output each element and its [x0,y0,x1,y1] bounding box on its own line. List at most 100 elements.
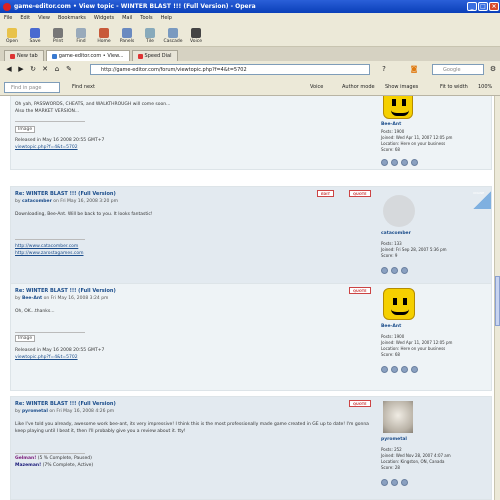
window-title: game-editor.com • View topic - WINTER BL… [14,3,256,10]
opera-icon [3,2,11,11]
voice-toggle[interactable]: Voice [310,83,323,92]
stop-icon[interactable]: ✕ [39,64,51,75]
image-placeholder: Image [15,335,36,342]
username[interactable]: Bee-Ant [381,122,401,127]
maximize-button[interactable]: □ [478,2,488,11]
help-icon[interactable]: ? [378,64,390,75]
gtalk-icon[interactable] [411,159,418,166]
print-button[interactable]: Print [48,28,68,46]
show-images-button[interactable]: Show images [385,83,418,92]
image-placeholder: Image [15,126,36,133]
user-action-icons [381,267,408,274]
menu-edit[interactable]: Edit [16,15,34,21]
pm-icon[interactable] [381,366,388,373]
opera-tab-icon [137,53,143,59]
panels-button[interactable]: Panels [117,28,137,46]
website-icon[interactable] [401,159,408,166]
pm-icon[interactable] [381,267,388,274]
username[interactable]: catacomber [381,231,411,236]
gtalk-icon[interactable] [411,366,418,373]
menu-view[interactable]: View [34,15,54,21]
tile-button[interactable]: Tile [140,28,160,46]
website-icon[interactable] [401,267,408,274]
email-icon[interactable] [391,267,398,274]
menu-widgets[interactable]: Widgets [90,15,118,21]
signature-link[interactable]: viewtopic.php?f=4&t=5702 [15,144,375,151]
signature-link[interactable]: viewtopic.php?f=4&t=5702 [15,354,375,361]
address-input[interactable]: http://game-editor.com/forum/viewtopic.p… [90,64,370,75]
printer-icon [53,28,63,38]
find-next-button[interactable]: Find next [72,83,95,92]
tab-bar: New tab game-editor.com • View... Speed … [0,47,500,61]
magnifier-icon [76,28,86,38]
search-input[interactable]: Google [432,64,484,75]
back-icon[interactable]: ◀ [3,64,15,75]
disk-icon [30,28,40,38]
website-icon[interactable] [401,479,408,486]
zoom-select[interactable]: 100% [478,83,492,92]
username[interactable]: Bee-Ant [381,324,401,329]
bee-ant-avatar [383,288,415,320]
forum-page: Oh yah, PASSWORDS, CHEATS, and WALKTHROU… [0,96,494,500]
fit-to-width-button[interactable]: Fit to width [440,83,468,92]
voice-button[interactable]: Voice [186,28,206,46]
post-body: Downloading, Bee-Ant. Will be back to yo… [15,212,153,217]
menu-file[interactable]: File [0,15,16,21]
post-bee-ant: Re: WINTER BLAST !!! (Full Version) by B… [10,283,492,391]
minimize-button[interactable]: _ [467,2,477,11]
quote-button[interactable]: QUOTE [349,400,371,407]
save-button[interactable]: Save [25,28,45,46]
author-mode-button[interactable]: Author mode [342,83,375,92]
tab-speed-dial[interactable]: Speed Dial [131,50,178,61]
tab-new[interactable]: New tab [4,50,44,61]
user-action-icons [381,366,418,373]
quote-button[interactable]: QUOTE [349,190,371,197]
find-in-page-input[interactable]: Find in page [4,82,60,93]
edit-button[interactable]: EDIT [317,190,334,197]
email-icon[interactable] [391,159,398,166]
signature: http://www.catacomber.com http://www.zar… [15,243,375,257]
vertical-scrollbar[interactable] [494,96,500,500]
tab-game-editor[interactable]: game-editor.com • View... [45,50,130,61]
find-button[interactable]: Find [71,28,91,46]
cascade-icon [168,28,178,38]
signature-link[interactable]: http://www.zarostagames.com [15,250,375,257]
pm-icon[interactable] [381,159,388,166]
pm-icon[interactable] [381,479,388,486]
post-bee-ant-top: Oh yah, PASSWORDS, CHEATS, and WALKTHROU… [10,96,492,170]
close-button[interactable]: × [489,2,499,11]
menu-bookmarks[interactable]: Bookmarks [54,15,90,21]
website-icon[interactable] [401,366,408,373]
menu-help[interactable]: Help [157,15,176,21]
post-title[interactable]: Re: WINTER BLAST !!! (Full Version) [15,401,116,407]
online-badge: ONLINE [473,191,491,209]
post-title[interactable]: Re: WINTER BLAST !!! (Full Version) [15,191,116,197]
signature-link[interactable]: http://www.catacomber.com [15,243,375,250]
rss-icon[interactable]: ◙ [408,64,420,75]
open-button[interactable]: Open [2,28,22,46]
reload-icon[interactable]: ↻ [27,64,39,75]
user-action-icons [381,159,418,166]
signature: Gelman! (5 % Complete, Paused) Mazeman! … [15,456,94,468]
cascade-button[interactable]: Cascade [163,28,183,46]
forward-icon[interactable]: ▶ [15,64,27,75]
post-title[interactable]: Re: WINTER BLAST !!! (Full Version) [15,288,116,294]
voice-icon [191,28,201,38]
home-button[interactable]: Home [94,28,114,46]
menu-bar: File Edit View Bookmarks Widgets Mail To… [0,13,500,23]
post-body: Like I've told you already, awesome work… [15,422,369,434]
quote-button[interactable]: QUOTE [349,287,371,294]
title-bar: game-editor.com • View topic - WINTER BL… [0,0,500,13]
username[interactable]: pyrometal [381,437,407,442]
user-stats: Posts: 1900 Joined: Wed Apr 11, 2007 12:… [381,334,453,357]
wand-icon[interactable]: ✎ [63,64,75,75]
user-stats: Posts: 252 Joined: Wed Nov 28, 2007 4:07… [381,447,451,470]
house-icon [99,28,109,38]
menu-mail[interactable]: Mail [118,15,136,21]
menu-tools[interactable]: Tools [136,15,156,21]
scrollbar-thumb[interactable] [495,276,500,326]
email-icon[interactable] [391,366,398,373]
settings-icon[interactable]: ⚙ [487,64,499,75]
home-icon[interactable]: ⌂ [51,64,63,75]
email-icon[interactable] [391,479,398,486]
